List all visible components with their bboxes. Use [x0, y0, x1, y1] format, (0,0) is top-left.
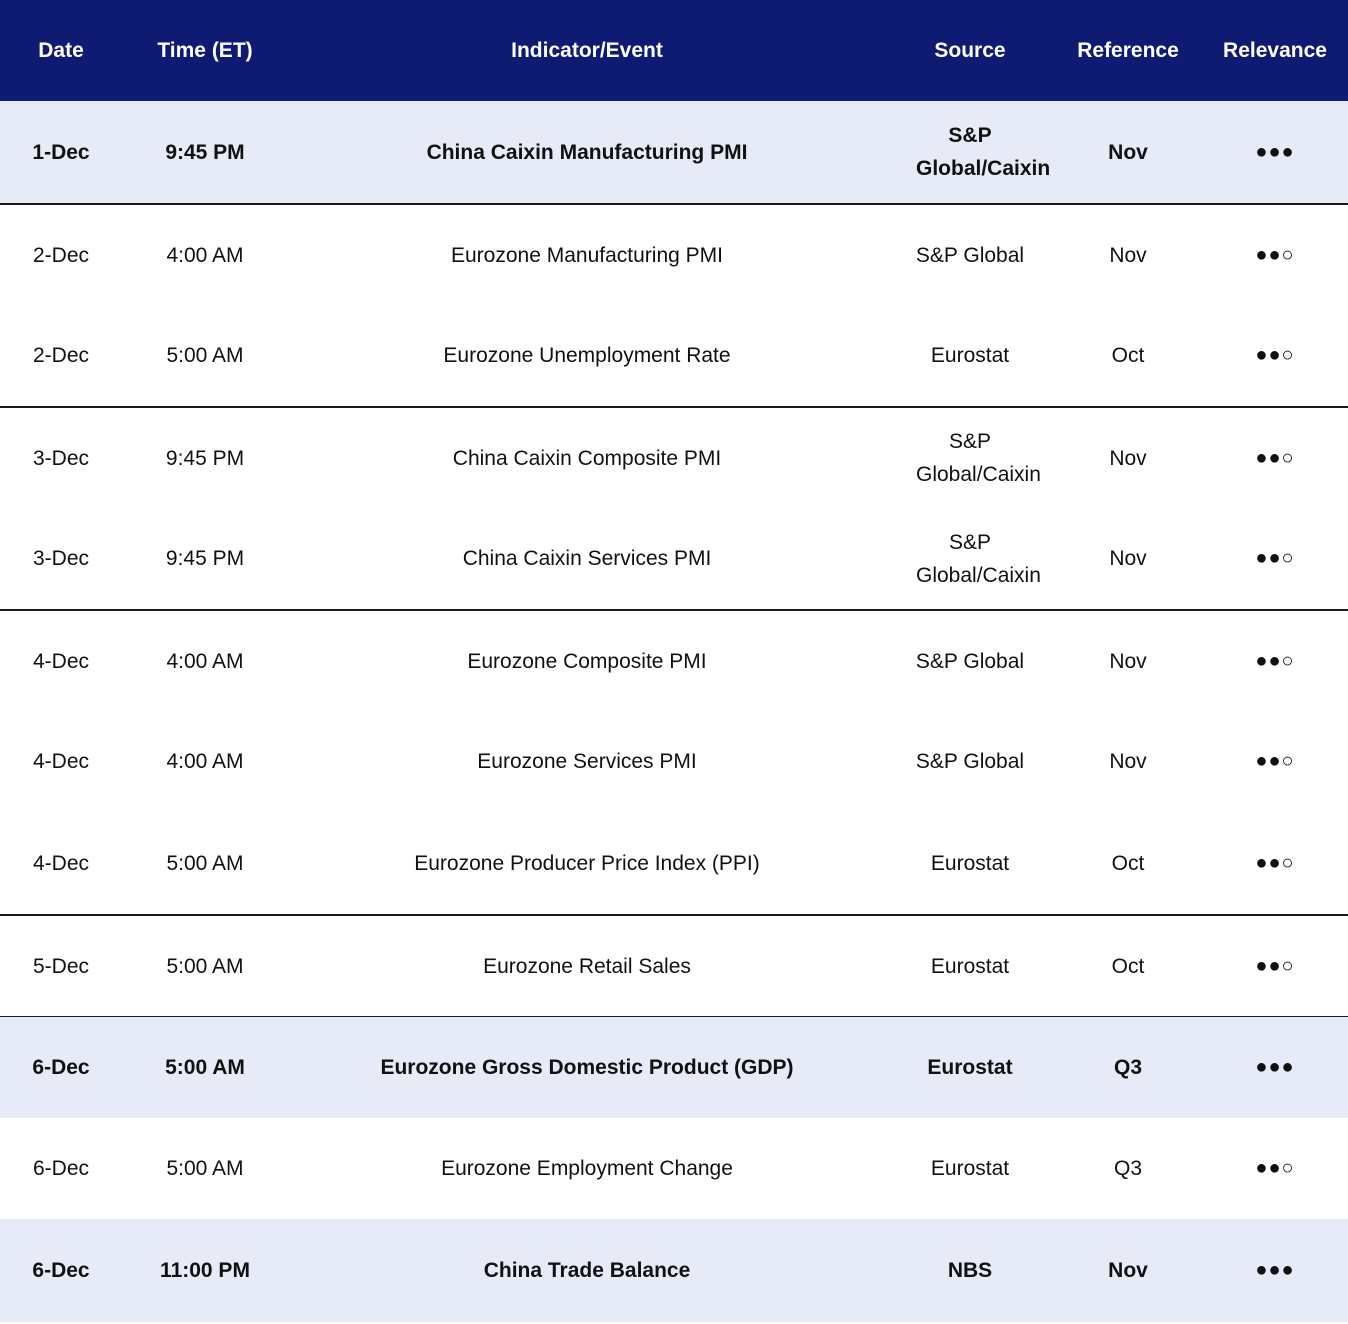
table-row: 6-Dec 11:00 PM China Trade Balance NBS N…	[0, 1219, 1348, 1322]
cell-time: 9:45 PM	[165, 446, 245, 470]
cell-time: 9:45 PM	[165, 140, 245, 164]
cell-source: S&P Global	[915, 649, 1025, 673]
cell-event: Eurozone Services PMI	[477, 750, 697, 773]
cell-date: 1-Dec	[32, 140, 90, 164]
table-row: 2-Dec 5:00 AM Eurozone Unemployment Rate…	[0, 305, 1348, 406]
cell-reference: Oct	[1111, 954, 1145, 978]
cell-reference: Nov	[1109, 243, 1147, 267]
cell-event: Eurozone Composite PMI	[467, 649, 707, 673]
header-relevance: Relevance	[1223, 39, 1327, 62]
cell-date: 2-Dec	[32, 344, 90, 367]
cell-relevance: ●●○	[1255, 446, 1295, 469]
cell-source: S&P Global	[915, 750, 1025, 773]
table-row: 4-Dec 5:00 AM Eurozone Producer Price In…	[0, 812, 1348, 914]
cell-relevance: ●●○	[1255, 547, 1295, 569]
table-row: 6-Dec 5:00 AM Eurozone Employment Change…	[0, 1118, 1348, 1219]
cell-reference: Nov	[1109, 649, 1147, 673]
cell-time: 5:00 AM	[166, 1157, 244, 1180]
cell-date: 4-Dec	[32, 750, 90, 773]
cell-source: S&P Global	[915, 243, 1025, 267]
cell-event: China Caixin Composite PMI	[452, 446, 722, 470]
cell-reference: Nov	[1109, 750, 1147, 773]
table-row: 5-Dec 5:00 AM Eurozone Retail Sales Euro…	[0, 914, 1348, 1016]
header-event: Indicator/Event	[511, 39, 663, 62]
cell-reference: Q3	[1113, 1157, 1142, 1180]
cell-source: Eurostat	[927, 1056, 1013, 1079]
table-row: 4-Dec 4:00 AM Eurozone Composite PMI S&P…	[0, 609, 1348, 711]
cell-time: 5:00 AM	[166, 954, 244, 978]
cell-source: Eurostat	[930, 1157, 1010, 1180]
table-row: 4-Dec 4:00 AM Eurozone Services PMI S&P …	[0, 711, 1348, 812]
cell-relevance: ●●○	[1255, 243, 1295, 266]
cell-date: 4-Dec	[32, 851, 90, 875]
cell-event: Eurozone Retail Sales	[483, 954, 691, 978]
cell-time: 5:00 AM	[165, 1056, 245, 1079]
cell-reference: Q3	[1113, 1056, 1142, 1079]
cell-time: 5:00 AM	[166, 851, 244, 875]
cell-relevance: ●●●	[1255, 140, 1295, 163]
cell-relevance: ●●●	[1255, 1259, 1295, 1281]
header-reference: Reference	[1077, 39, 1179, 62]
cell-time: 11:00 PM	[160, 1259, 250, 1282]
table-row: 6-Dec 5:00 AM Eurozone Gross Domestic Pr…	[0, 1016, 1348, 1118]
cell-date: 3-Dec	[32, 547, 90, 570]
cell-source: NBS	[947, 1259, 993, 1282]
table-row: 1-Dec 9:45 PM China Caixin Manufacturing…	[0, 101, 1348, 203]
cell-time: 5:00 AM	[166, 344, 244, 367]
cell-time: 4:00 AM	[166, 243, 244, 267]
cell-relevance: ●●○	[1255, 954, 1295, 977]
cell-reference: Oct	[1111, 851, 1145, 875]
cell-reference: Nov	[1109, 446, 1147, 470]
cell-event: Eurozone Manufacturing PMI	[451, 243, 723, 267]
cell-reference: Nov	[1108, 140, 1148, 164]
header-source: Source	[934, 39, 1006, 62]
cell-source: Eurostat	[930, 954, 1010, 978]
cell-relevance: ●●○	[1255, 649, 1295, 672]
cell-event: China Caixin Services PMI	[462, 547, 712, 570]
cell-event: Eurozone Unemployment Rate	[443, 344, 731, 367]
cell-date: 4-Dec	[32, 649, 90, 673]
cell-event: Eurozone Employment Change	[441, 1157, 733, 1180]
cell-event: Eurozone Producer Price Index (PPI)	[414, 851, 760, 875]
table-row: 2-Dec 4:00 AM Eurozone Manufacturing PMI…	[0, 203, 1348, 305]
cell-relevance: ●●○	[1255, 1157, 1295, 1179]
cell-date: 5-Dec	[32, 954, 90, 978]
cell-date: 6-Dec	[32, 1157, 90, 1180]
cell-event: China Caixin Manufacturing PMI	[426, 140, 748, 164]
cell-reference: Nov	[1108, 1259, 1148, 1282]
cell-reference: Nov	[1109, 547, 1147, 570]
cell-relevance: ●●○	[1255, 851, 1295, 874]
cell-date: 6-Dec	[32, 1259, 90, 1282]
cell-event: Eurozone Gross Domestic Product (GDP)	[380, 1056, 794, 1079]
economic-calendar-table: Date Time (ET) Indicator/Event Source Re…	[0, 0, 1348, 1322]
cell-time: 9:45 PM	[165, 547, 245, 570]
header-time: Time (ET)	[157, 39, 253, 62]
cell-source: S&P Global/Caixin	[916, 124, 1051, 180]
table-header: Date Time (ET) Indicator/Event Source Re…	[0, 0, 1348, 101]
cell-reference: Oct	[1111, 344, 1145, 367]
cell-time: 4:00 AM	[166, 649, 244, 673]
cell-date: 3-Dec	[32, 446, 90, 470]
cell-relevance: ●●○	[1255, 750, 1295, 772]
cell-source: S&P Global/Caixin	[916, 530, 1041, 587]
cell-relevance: ●●○	[1255, 344, 1295, 366]
cell-time: 4:00 AM	[166, 750, 244, 773]
cell-date: 6-Dec	[32, 1056, 90, 1079]
cell-source: S&P Global/Caixin	[916, 430, 1041, 486]
table-row: 3-Dec 9:45 PM China Caixin Composite PMI…	[0, 406, 1348, 508]
cell-source: Eurostat	[930, 851, 1010, 875]
cell-event: China Trade Balance	[483, 1259, 691, 1282]
cell-source: Eurostat	[930, 344, 1010, 367]
cell-date: 2-Dec	[32, 243, 90, 267]
header-date: Date	[38, 39, 84, 62]
cell-relevance: ●●●	[1255, 1056, 1295, 1078]
table-row: 3-Dec 9:45 PM China Caixin Services PMI …	[0, 508, 1348, 609]
